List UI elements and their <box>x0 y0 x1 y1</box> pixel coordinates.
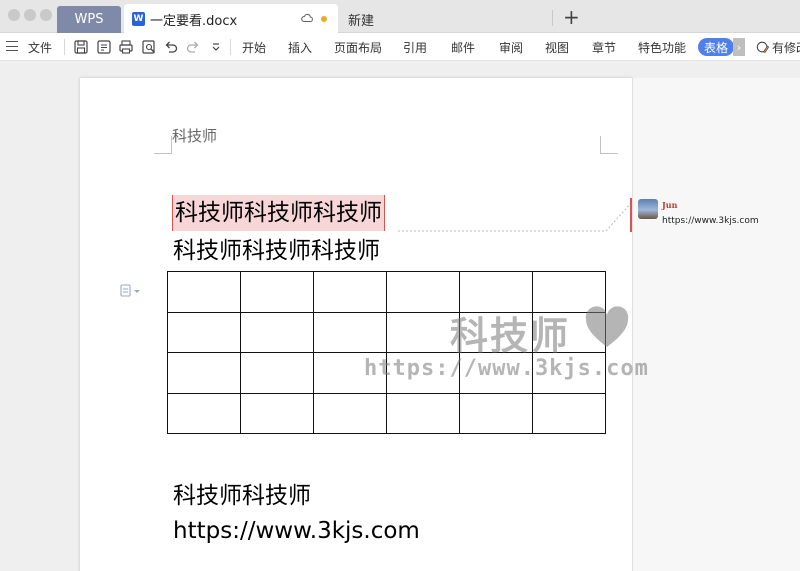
print-icon[interactable] <box>118 39 134 55</box>
document-workspace: 科技师 科技师科技师科技师 科技师科技师科技师 科技师科技师 https://w… <box>0 62 800 571</box>
menu-table-tools[interactable]: 表格 <box>698 38 734 56</box>
menu-page-layout[interactable]: 页面布局 <box>334 33 382 61</box>
watermark-title: 科技师 <box>450 314 571 358</box>
print-preview-icon[interactable] <box>141 39 157 55</box>
edit-status-label: 有修改 <box>772 40 800 55</box>
menu-view[interactable]: 视图 <box>545 33 569 61</box>
menu-home[interactable]: 开始 <box>242 33 266 61</box>
tab-document[interactable]: W 一定要看.docx <box>124 4 338 34</box>
watermark-url: https://www.3kjs.com <box>364 356 649 381</box>
file-menu[interactable]: 文件 <box>28 33 52 61</box>
word-doc-icon: W <box>132 12 145 26</box>
ribbon-toolbar: 文件 开始 插入 页面布局 引用 邮件 审阅 视图 章节 特色功能 表格 › 有… <box>0 33 800 61</box>
watermark-heart-icon <box>585 306 629 347</box>
menu-insert[interactable]: 插入 <box>288 33 312 61</box>
redo-icon[interactable] <box>185 39 201 55</box>
comment-text: https://www.3kjs.com <box>662 216 759 226</box>
undo-icon[interactable] <box>163 39 179 55</box>
toolbar-divider <box>64 39 65 55</box>
menu-mail[interactable]: 邮件 <box>451 33 475 61</box>
export-pdf-icon[interactable] <box>96 39 112 55</box>
unsaved-indicator-dot <box>321 16 327 22</box>
comment-author: Jun <box>662 200 678 210</box>
tab-divider <box>552 10 553 26</box>
tab-document-title: 一定要看.docx <box>150 13 238 29</box>
tab-new[interactable]: 新建 <box>348 10 374 29</box>
save-icon[interactable] <box>73 39 89 55</box>
avatar <box>638 199 658 219</box>
window-close-button[interactable] <box>8 9 20 21</box>
menu-special-features[interactable]: 特色功能 <box>638 33 686 61</box>
toolbar-divider <box>230 39 231 55</box>
window-minimize-button[interactable] <box>24 9 36 21</box>
comment-card[interactable]: Jun https://www.3kjs.com <box>630 198 790 232</box>
tab-wps-home[interactable]: WPS <box>57 6 121 33</box>
chevron-right-icon[interactable]: › <box>733 38 745 56</box>
edit-status-icon <box>756 41 770 53</box>
menu-sections[interactable]: 章节 <box>592 33 616 61</box>
cloud-icon[interactable] <box>300 11 314 25</box>
menu-references[interactable]: 引用 <box>403 33 427 61</box>
more-dropdown-icon[interactable] <box>208 39 224 55</box>
window-zoom-button[interactable] <box>40 9 52 21</box>
tab-bar: WPS W 一定要看.docx 新建 + <box>0 0 800 34</box>
menu-review[interactable]: 审阅 <box>499 33 523 61</box>
comment-connector-line <box>398 201 633 232</box>
menu-hamburger-icon[interactable] <box>6 41 18 51</box>
edit-status[interactable]: 有修改 <box>756 33 800 61</box>
new-tab-plus-icon[interactable]: + <box>563 5 580 29</box>
